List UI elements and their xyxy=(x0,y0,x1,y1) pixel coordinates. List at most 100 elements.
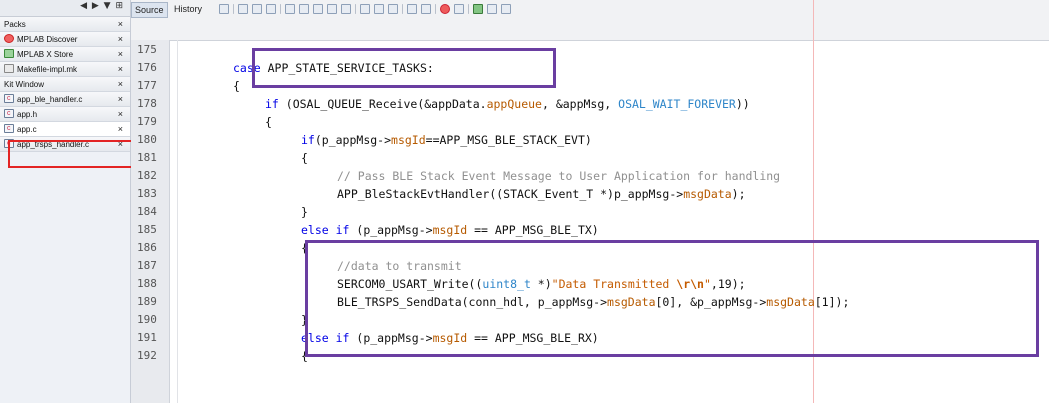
code-token: } xyxy=(301,205,308,219)
diff-icon[interactable] xyxy=(501,4,511,14)
shift-right-icon[interactable] xyxy=(421,4,431,14)
find-next-icon[interactable] xyxy=(313,4,323,14)
document-tab-label: app.c xyxy=(17,125,37,134)
code-token: [0], &p_appMsg-> xyxy=(655,295,767,309)
field: appQueue xyxy=(486,97,542,111)
document-tab[interactable]: Kit Window × xyxy=(0,77,130,92)
editor-toolbar: Source History xyxy=(131,0,1049,41)
code-line: { xyxy=(301,239,308,257)
close-icon[interactable]: × xyxy=(118,137,123,152)
history-dropdown-icon[interactable] xyxy=(266,4,276,14)
document-tab-label: Kit Window xyxy=(4,80,45,89)
close-icon[interactable]: × xyxy=(118,107,123,122)
code-line: { xyxy=(301,149,308,167)
line-number: 189 xyxy=(137,295,157,308)
code-token: { xyxy=(301,151,308,165)
document-tab[interactable]: app_trsps_handler.c × xyxy=(0,136,130,152)
tab-history[interactable]: History xyxy=(171,2,205,16)
close-icon[interactable]: × xyxy=(118,62,123,77)
escape: \r\n xyxy=(676,277,704,291)
line-number: 179 xyxy=(137,115,157,128)
documents-pane: ◀ ▶ ▼ ⊞ Packs × MPLAB Discover × MPLAB X Sto… xyxy=(0,0,131,403)
code-token: == APP_MSG_BLE_RX) xyxy=(467,331,599,345)
document-tab-label: app_ble_handler.c xyxy=(17,95,83,104)
document-tab[interactable]: app_ble_handler.c × xyxy=(0,91,130,107)
code-token: [1]); xyxy=(814,295,850,309)
discover-icon xyxy=(4,34,14,43)
code-token: SERCOM0_USART_Write(( xyxy=(337,277,483,291)
stop-macro-icon[interactable] xyxy=(454,4,464,14)
code-token: BLE_TRSPS_SendData(conn_hdl, p_appMsg-> xyxy=(337,295,608,309)
line-number: 180 xyxy=(137,133,157,146)
code-token: (p_appMsg-> xyxy=(314,133,392,147)
document-tab[interactable]: MPLAB Discover × xyxy=(0,32,130,47)
code-line: else if (p_appMsg->msgId == APP_MSG_BLE_… xyxy=(301,221,599,239)
keyword: else if xyxy=(301,331,350,345)
line-number: 181 xyxy=(137,151,157,164)
code-token: == APP_MSG_BLE_TX) xyxy=(467,223,599,237)
shift-left-icon[interactable] xyxy=(407,4,417,14)
field: msgData xyxy=(607,295,656,309)
document-tab-label: MPLAB X Store xyxy=(17,50,74,59)
code-token: *) xyxy=(530,277,552,291)
makefile-icon xyxy=(4,64,14,73)
find-icon[interactable] xyxy=(285,4,295,14)
back-icon[interactable] xyxy=(238,4,248,14)
comment-icon[interactable] xyxy=(473,4,483,14)
code-line: SERCOM0_USART_Write((uint8_t *)"Data Tra… xyxy=(337,275,746,293)
forward-icon[interactable] xyxy=(252,4,262,14)
line-number: 177 xyxy=(137,79,157,92)
close-icon[interactable]: × xyxy=(118,122,123,137)
code-token: ==APP_MSG_BLE_STACK_EVT) xyxy=(425,133,592,147)
toolbar-separator xyxy=(402,4,403,14)
document-tab[interactable]: app.c × xyxy=(0,121,130,137)
close-icon[interactable]: × xyxy=(118,17,123,32)
c-file-icon xyxy=(4,121,14,136)
field: msgId xyxy=(432,331,468,345)
code-line: { xyxy=(265,113,272,131)
code-line: if (OSAL_QUEUE_Receive(&appData.appQueue… xyxy=(265,95,750,113)
find-selection-icon[interactable] xyxy=(327,4,337,14)
document-tab-label: MPLAB Discover xyxy=(17,35,78,44)
toggle-highlight-icon[interactable] xyxy=(341,4,351,14)
find-previous-icon[interactable] xyxy=(299,4,309,14)
code-token: ,19); xyxy=(710,277,746,291)
code-line: if(p_appMsg->msgId==APP_MSG_BLE_STACK_EV… xyxy=(301,131,592,149)
keyword: if xyxy=(301,133,315,147)
code-token: ); xyxy=(731,187,746,201)
document-tab[interactable]: MPLAB X Store × xyxy=(0,47,130,62)
document-tab[interactable]: Makefile-impl.mk × xyxy=(0,62,130,77)
close-icon[interactable]: × xyxy=(118,47,123,62)
next-bookmark-icon[interactable] xyxy=(374,4,384,14)
close-icon[interactable]: × xyxy=(118,32,123,47)
close-icon[interactable]: × xyxy=(118,77,123,92)
code-line: { xyxy=(301,347,308,365)
code-token: } xyxy=(301,313,308,327)
previous-bookmark-icon[interactable] xyxy=(360,4,370,14)
tab-source[interactable]: Source xyxy=(131,2,168,18)
document-tab[interactable]: Packs × xyxy=(0,17,130,32)
last-edit-icon[interactable] xyxy=(219,4,229,14)
code-token: { xyxy=(301,241,308,255)
document-tab[interactable]: app.h × xyxy=(0,106,130,122)
code-line: { xyxy=(233,77,240,95)
toggle-bookmark-icon[interactable] xyxy=(388,4,398,14)
uncomment-icon[interactable] xyxy=(487,4,497,14)
c-file-icon xyxy=(4,136,14,151)
start-macro-icon[interactable] xyxy=(440,4,450,14)
code-line: } xyxy=(301,203,308,221)
close-icon[interactable]: × xyxy=(118,92,123,107)
toolbar-separator xyxy=(233,4,234,14)
pane-nav-controls[interactable]: ◀ ▶ ▼ ⊞ xyxy=(80,1,124,11)
code-line: //data to transmit xyxy=(337,257,462,275)
field: msgData xyxy=(683,187,732,201)
h-file-icon xyxy=(4,106,14,121)
code-line: APP_BleStackEvtHandler((STACK_Event_T *)… xyxy=(337,185,746,203)
code-token: { xyxy=(265,115,272,129)
field: msgId xyxy=(391,133,426,147)
document-tab-label: app.h xyxy=(17,110,38,119)
line-number: 178 xyxy=(137,97,157,110)
fold-column[interactable] xyxy=(169,40,178,403)
code-line: BLE_TRSPS_SendData(conn_hdl, p_appMsg->m… xyxy=(337,293,849,311)
code-editor[interactable]: Source History 175 176 177 178 179 180 1… xyxy=(131,0,1049,403)
